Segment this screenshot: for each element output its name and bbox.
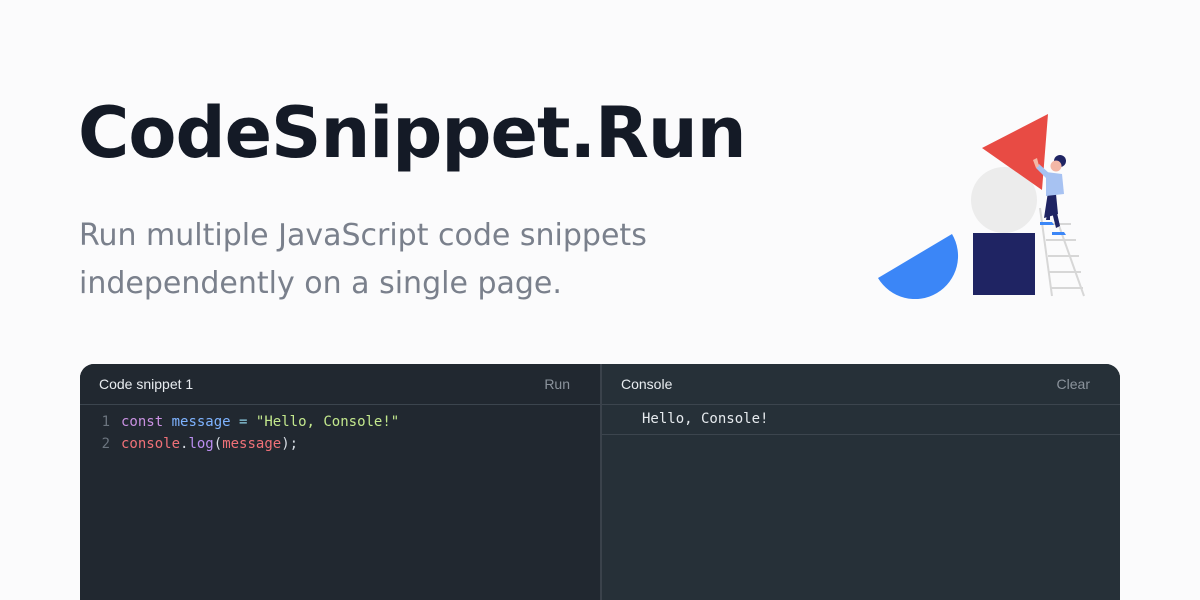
subtitle-line-1: Run multiple JavaScript code snippets: [79, 218, 647, 253]
console-pane-header: Console Clear: [602, 364, 1120, 405]
console-pane-title: Console: [621, 376, 673, 392]
code-token-keyword: const: [121, 414, 164, 430]
code-token-string: "Hello, Console!": [255, 414, 400, 430]
line-number: 1: [101, 414, 110, 430]
navy-square-shape: [973, 233, 1035, 295]
snippet-editor: Code snippet 1 Run 1 const message = "Hel…: [80, 364, 1120, 600]
console-pane: Console Clear Hello, Console!: [602, 364, 1120, 600]
code-token-function: log: [188, 436, 214, 452]
code-token-punctuation: .: [180, 436, 189, 452]
page-title: CodeSnippet.Run: [78, 92, 747, 174]
console-output-row: Hello, Console!: [602, 405, 1120, 435]
code-token-punctuation: );: [281, 436, 299, 452]
code-line: 2 console. log(message);: [80, 433, 600, 455]
code-pane-title: Code snippet 1: [99, 376, 194, 392]
code-token-operator: =: [239, 414, 248, 430]
code-pane-header: Code snippet 1 Run: [80, 364, 600, 405]
code-snippet-pane: Code snippet 1 Run 1 const message = "Hel…: [80, 364, 602, 600]
code-token-object: console: [121, 436, 181, 452]
code-token-variable: message: [171, 414, 231, 430]
subtitle-line-2: independently on a single page.: [79, 266, 562, 301]
page-subtitle: Run multiple JavaScript code snippets in…: [79, 212, 719, 308]
code-token-punctuation: (: [213, 436, 223, 452]
clear-button[interactable]: Clear: [1057, 376, 1090, 392]
blue-half-circle-shape: [878, 234, 959, 300]
code-token-argument: message: [222, 436, 282, 452]
page: CodeSnippet.Run Run multiple JavaScript …: [0, 0, 1200, 600]
line-number: 2: [101, 436, 110, 452]
code-line: 1 const message = "Hello, Console!": [80, 411, 600, 433]
run-button[interactable]: Run: [544, 376, 570, 392]
person-stacking-shapes-illustration: [878, 114, 1085, 300]
code-editor[interactable]: 1 const message = "Hello, Console!" 2 cons…: [80, 405, 600, 455]
